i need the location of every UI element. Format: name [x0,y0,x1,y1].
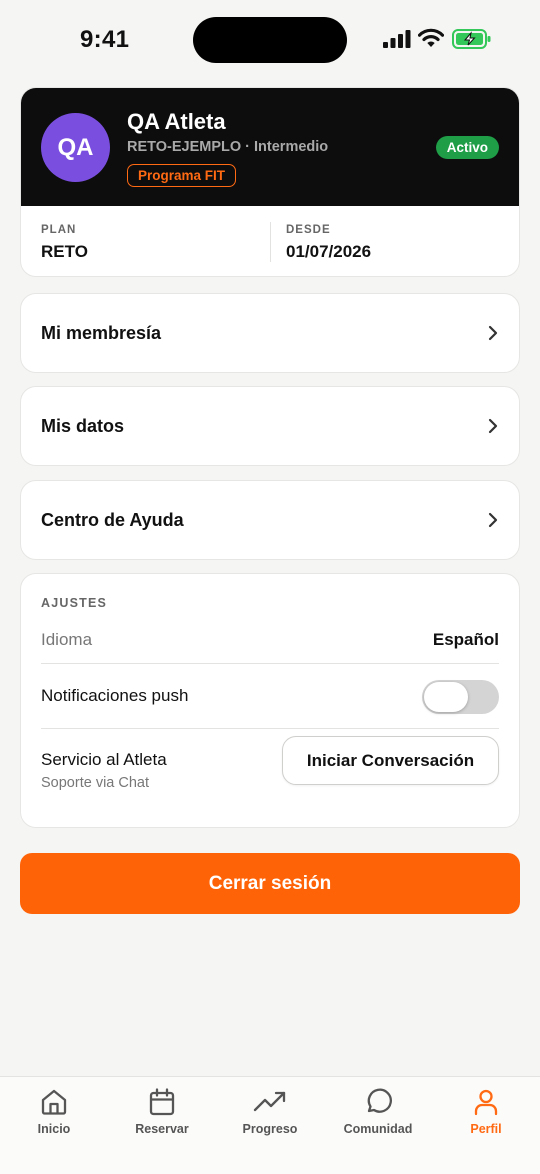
battery-charging-icon [452,29,491,49]
settings-card: AJUSTES Idioma Español Notificaciones pu… [20,573,520,828]
tab-bar: Inicio Reservar Progreso Comunidad Perfi… [0,1076,540,1174]
push-toggle[interactable] [422,680,499,714]
tab-comunidad[interactable]: Comunidad [328,1087,428,1136]
tab-label: Comunidad [343,1122,413,1136]
program-badge: Programa FIT [127,164,237,187]
language-row[interactable]: Idioma Español [41,630,499,650]
chat-bubble-icon [367,1088,392,1113]
since-label: DESDE [286,224,331,236]
divider [41,663,499,664]
plan-value: RETO [41,242,88,261]
menu-item-my-data[interactable]: Mis datos [20,386,520,466]
language-label: Idioma [41,630,93,649]
profile-name: QA Atleta [127,109,226,134]
status-time: 9:41 [80,26,130,53]
since-value: 01/07/2026 [286,242,372,261]
status-badge: Activo [435,136,499,159]
plan-info: PLAN RETO [41,224,88,262]
tab-label: Perfil [470,1122,502,1136]
menu-item-label: Mis datos [41,415,125,436]
dynamic-island [193,17,347,63]
home-icon [41,1089,67,1115]
settings-title: AJUSTES [41,596,108,610]
menu-item-label: Centro de Ayuda [41,509,184,530]
profile-header: QA QA Atleta RETO-EJEMPLO · Intermedio P… [21,88,519,206]
chevron-right-icon [488,325,498,341]
menu-item-label: Mi membresía [41,322,162,343]
toggle-knob [424,682,468,712]
chevron-right-icon [488,418,498,434]
tab-label: Inicio [37,1122,71,1136]
start-chat-button[interactable]: Iniciar Conversación [282,736,499,785]
menu-item-membership[interactable]: Mi membresía [20,293,520,373]
trending-up-icon [253,1091,286,1112]
logout-button[interactable]: Cerrar sesión [20,853,520,914]
avatar: QA [41,113,110,182]
tab-reservar[interactable]: Reservar [112,1087,212,1136]
plan-divider [270,222,271,262]
tab-perfil[interactable]: Perfil [436,1087,536,1136]
since-info: DESDE 01/07/2026 [286,224,371,262]
profile-subtitle: RETO-EJEMPLO · Intermedio [127,139,329,155]
tab-inicio[interactable]: Inicio [4,1087,104,1136]
status-bar: 9:41 [0,0,540,80]
tab-label: Reservar [135,1122,189,1136]
push-row: Notificaciones push [41,680,499,714]
cellular-signal-icon [383,30,411,48]
divider [41,728,499,729]
user-icon [474,1089,498,1116]
profile-card: QA QA Atleta RETO-EJEMPLO · Intermedio P… [20,87,520,277]
tab-progreso[interactable]: Progreso [220,1087,320,1136]
calendar-icon [149,1088,175,1116]
plan-label: PLAN [41,224,77,236]
menu-item-help-center[interactable]: Centro de Ayuda [20,480,520,560]
language-value[interactable]: Español [433,630,499,650]
service-row: Servicio al Atleta Soporte via Chat Inic… [41,736,499,791]
push-label: Notificaciones push [41,686,189,705]
tab-label: Progreso [242,1122,298,1136]
chevron-right-icon [488,512,498,528]
wifi-icon [418,28,444,47]
